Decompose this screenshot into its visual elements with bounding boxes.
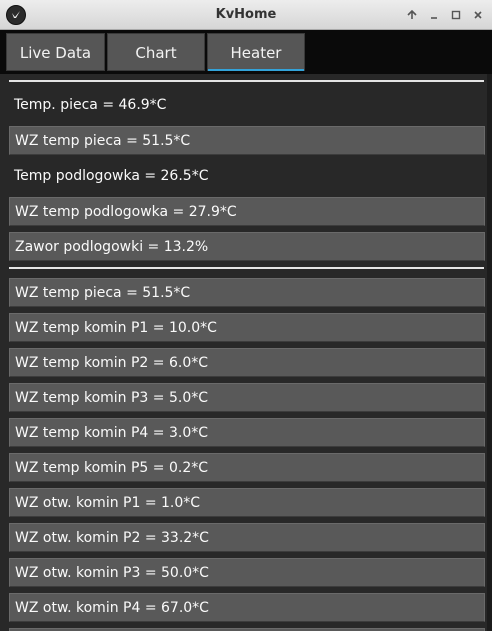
value-label: Temp podlogowka = 26.5*C — [14, 168, 209, 184]
setpoint-button[interactable]: WZ temp komin P2 = 6.0*C — [9, 348, 485, 377]
maximize-icon[interactable] — [448, 7, 464, 23]
top-separator — [9, 80, 484, 82]
scroll-edge — [487, 74, 492, 631]
setpoint-button[interactable]: WZ temp pieca = 51.5*C — [9, 278, 485, 307]
setpoint-button[interactable]: WZ otw. komin P4 = 67.0*C — [9, 593, 485, 622]
setpoint-button[interactable]: WZ temp komin P1 = 10.0*C — [9, 313, 485, 342]
value-button[interactable]: WZ temp pieca = 51.5*C — [9, 126, 485, 155]
heater-details-panel: Temp. pieca = 46.9*C WZ temp pieca = 51.5… — [0, 74, 492, 631]
middle-separator — [9, 267, 484, 269]
setpoint-button[interactable]: WZ otw. komin P2 = 33.2*C — [9, 523, 485, 552]
minimize-icon[interactable] — [426, 7, 442, 23]
up-arrow-icon[interactable] — [404, 7, 420, 23]
value-button[interactable]: Zawor podlogowki = 13.2% — [9, 232, 485, 261]
setpoint-button[interactable]: WZ otw. komin P3 = 50.0*C — [9, 558, 485, 587]
setpoint-button[interactable]: WZ temp komin P4 = 3.0*C — [9, 418, 485, 447]
app-window: KvHome Live Data Chart Heater details Te… — [0, 0, 492, 631]
title-bar[interactable]: KvHome — [0, 0, 492, 30]
close-icon[interactable] — [470, 7, 486, 23]
tab-strip: Live Data Chart Heater details — [0, 30, 492, 100]
tab-heater-details[interactable]: Heater details — [207, 33, 305, 100]
value-button[interactable]: WZ temp podlogowka = 27.9*C — [9, 197, 485, 226]
setpoint-button[interactable]: WZ temp komin P5 = 0.2*C — [9, 453, 485, 482]
tab-live-data[interactable]: Live Data — [6, 33, 105, 71]
setpoint-button[interactable]: WZ otw. komin P1 = 1.0*C — [9, 488, 485, 517]
setpoint-button[interactable]: WZ temp komin P3 = 5.0*C — [9, 383, 485, 412]
value-label: Temp. pieca = 46.9*C — [14, 97, 167, 113]
tab-chart[interactable]: Chart — [107, 33, 205, 71]
